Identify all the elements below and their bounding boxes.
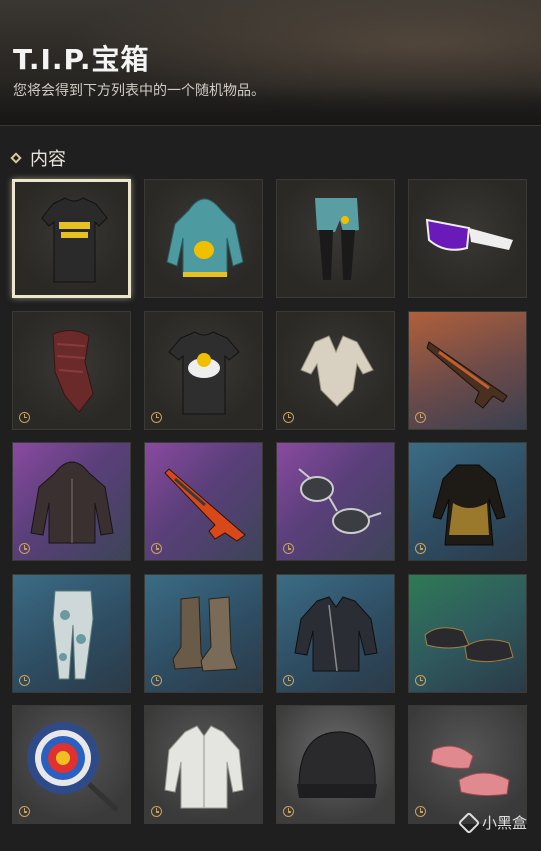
embroidered-shoes-icon xyxy=(424,626,514,662)
combat-boots-icon xyxy=(172,595,238,672)
clock-icon xyxy=(283,543,294,554)
item-tile[interactable] xyxy=(276,442,395,561)
item-tile[interactable] xyxy=(12,442,131,561)
clock-icon xyxy=(151,543,162,554)
teal-pants-icon xyxy=(315,198,359,280)
clock-icon xyxy=(415,543,426,554)
page-title: T.I.P.宝箱 xyxy=(13,43,150,76)
header-banner: T.I.P.宝箱 您将会得到下方列表中的一个随机物品。 xyxy=(0,0,541,126)
item-tile[interactable] xyxy=(12,705,131,824)
item-tile[interactable] xyxy=(408,179,527,298)
cream-tied-blouse-icon xyxy=(300,334,374,407)
watermark: 小黑盒 xyxy=(457,811,527,834)
clock-icon xyxy=(415,411,426,423)
clock-icon xyxy=(151,806,162,817)
clock-icon xyxy=(283,674,294,686)
item-tile[interactable] xyxy=(276,573,395,693)
pink-slippers-icon xyxy=(430,745,510,797)
rifle-skin-icon xyxy=(426,340,508,409)
item-tile[interactable] xyxy=(144,310,263,430)
item-tile[interactable] xyxy=(276,179,395,298)
item-tile[interactable] xyxy=(408,705,527,824)
red-scarf-mask-icon xyxy=(52,329,94,413)
camo-pants-icon xyxy=(52,590,94,679)
page-subtitle: 您将会得到下方列表中的一个随机物品。 xyxy=(13,83,265,99)
clock-icon xyxy=(283,411,294,423)
section-header: 内容 xyxy=(10,146,66,170)
target-frying-pan-icon xyxy=(27,722,119,812)
leather-hooded-jacket-icon xyxy=(30,461,114,544)
item-tile[interactable] xyxy=(144,179,263,298)
section-label: 内容 xyxy=(30,149,66,170)
teal-hoodie-icon xyxy=(166,198,244,277)
chick-print-t-shirt-icon xyxy=(168,330,240,414)
clock-icon xyxy=(415,674,426,686)
item-tile[interactable] xyxy=(12,179,131,298)
clock-icon xyxy=(19,543,30,554)
item-tile[interactable] xyxy=(408,442,527,561)
aviator-sunglasses-icon xyxy=(298,468,382,534)
white-shirt-icon xyxy=(164,725,244,809)
watermark-text: 小黑盒 xyxy=(481,814,527,832)
item-tile[interactable] xyxy=(12,573,131,693)
clock-icon xyxy=(151,674,162,686)
biker-jacket-icon xyxy=(294,595,378,671)
clock-icon xyxy=(19,806,30,817)
item-tile[interactable] xyxy=(276,705,395,824)
item-tile[interactable] xyxy=(12,310,131,430)
item-tile[interactable] xyxy=(144,442,263,561)
t-shirt-yellow-text-icon xyxy=(41,197,108,283)
qipao-dress-icon xyxy=(432,464,506,546)
clock-icon xyxy=(415,806,426,817)
item-grid xyxy=(12,179,527,824)
shotgun-skin-icon xyxy=(164,468,246,542)
item-tile[interactable] xyxy=(408,573,527,693)
clock-icon xyxy=(151,411,162,423)
purple-sunglasses-icon xyxy=(425,218,513,251)
diamond-icon xyxy=(10,152,22,164)
clock-icon xyxy=(283,806,294,817)
clock-icon xyxy=(19,674,30,686)
item-tile[interactable] xyxy=(408,310,527,430)
item-tile[interactable] xyxy=(144,705,263,824)
item-tile[interactable] xyxy=(144,573,263,693)
item-tile[interactable] xyxy=(276,310,395,430)
clock-icon xyxy=(19,411,30,423)
xiaoheihe-logo-icon xyxy=(457,811,481,834)
beanie-hat-icon xyxy=(297,731,377,798)
